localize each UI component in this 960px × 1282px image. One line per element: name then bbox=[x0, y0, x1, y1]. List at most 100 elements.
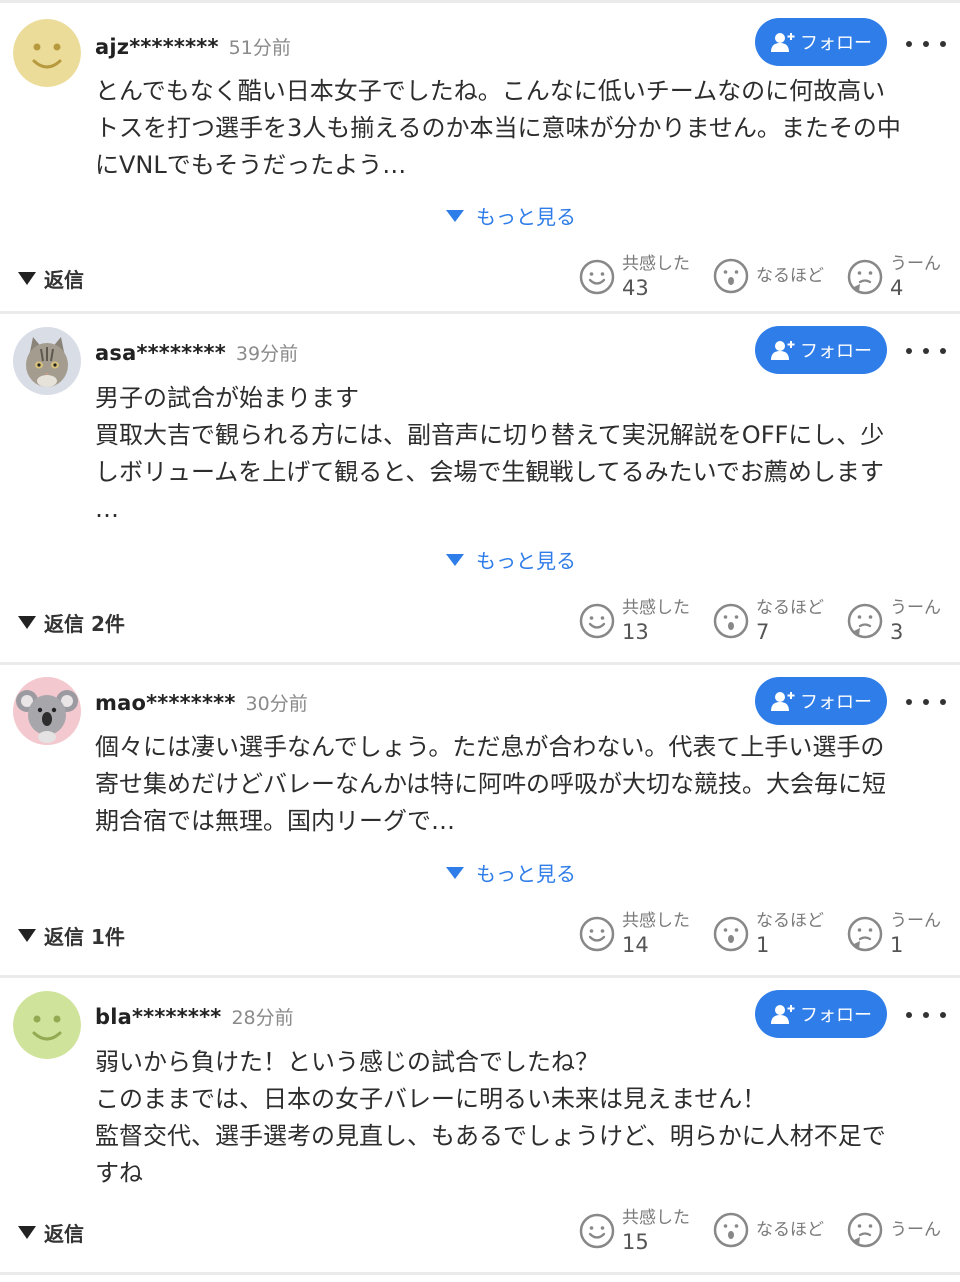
see-more-button[interactable]: もっと見る bbox=[446, 545, 576, 574]
username[interactable]: asa******** bbox=[95, 341, 226, 365]
reaction-count: 3 bbox=[890, 620, 904, 644]
chevron-down-icon bbox=[446, 209, 464, 222]
uun-reaction[interactable]: うーん 3 bbox=[846, 597, 941, 645]
add-user-icon bbox=[771, 692, 795, 711]
thinking-face-icon bbox=[847, 1212, 883, 1248]
reply-label: 返信 bbox=[44, 1222, 84, 1246]
comment-header: asa******** 39分前 bbox=[95, 339, 298, 366]
comment-feed: ajz******** 51分前 フォロー とんでもなく酷い日本女子でしたね。こ… bbox=[0, 0, 960, 1275]
more-options-icon[interactable] bbox=[906, 1000, 946, 1030]
reaction-label: うーん bbox=[890, 911, 941, 931]
reaction-count: 15 bbox=[622, 1230, 649, 1254]
thinking-face-icon bbox=[847, 259, 883, 295]
empathy-reaction[interactable]: 共感した 14 bbox=[578, 910, 690, 958]
add-user-icon bbox=[771, 33, 795, 52]
comment-header: ajz******** 51分前 bbox=[95, 33, 291, 60]
comment-line: このままでは、日本の女子バレーに明るい未来は見えません！ bbox=[95, 1085, 767, 1113]
empathy-reaction[interactable]: 共感した 43 bbox=[578, 253, 690, 301]
more-options-icon[interactable] bbox=[906, 336, 946, 366]
timestamp: 28分前 bbox=[231, 1007, 294, 1029]
follow-button[interactable]: フォロー bbox=[755, 990, 887, 1038]
smile-face-icon bbox=[579, 259, 615, 295]
comment: mao******** 30分前 フォロー 個々には凄い選手なんでしょう。ただ息… bbox=[0, 665, 960, 978]
username[interactable]: ajz******** bbox=[95, 35, 219, 59]
reply-toggle[interactable]: 返信 2件 bbox=[18, 608, 125, 637]
reply-toggle[interactable]: 返信 bbox=[18, 1218, 84, 1247]
comment-line: 監督交代、選手選考の見直し、もあるでしょうけど、明らかに人材不足で bbox=[95, 1122, 886, 1150]
follow-label: フォロー bbox=[800, 1005, 872, 1025]
timestamp: 30分前 bbox=[245, 693, 308, 715]
reaction-count: 1 bbox=[756, 933, 770, 957]
see-more-label: もっと見る bbox=[476, 205, 576, 229]
username[interactable]: bla******** bbox=[95, 1005, 221, 1029]
uun-reaction[interactable]: うーん 1 bbox=[846, 910, 941, 958]
reaction-label: 共感した bbox=[622, 598, 690, 618]
add-user-icon bbox=[771, 341, 795, 360]
reaction-label: なるほど bbox=[756, 911, 824, 931]
see-more-button[interactable]: もっと見る bbox=[446, 201, 576, 230]
reaction-label: なるほど bbox=[756, 1220, 824, 1240]
naruhodo-reaction[interactable]: なるほど bbox=[712, 1211, 824, 1249]
reaction-label: なるほど bbox=[756, 266, 824, 286]
naruhodo-reaction[interactable]: なるほど bbox=[712, 257, 824, 295]
smiley-green-icon bbox=[13, 991, 81, 1059]
follow-label: フォロー bbox=[800, 692, 872, 712]
comment-body: 男子の試合が始まります 買取大吉で観られる方には、副音声に切り替えて実況解説をO… bbox=[95, 380, 935, 528]
thinking-face-icon bbox=[847, 603, 883, 639]
reaction-count: 7 bbox=[756, 620, 770, 644]
comment-line: とんでもなく酷い日本女子でしたね。こんなに低いチームなのに何故高い bbox=[95, 77, 886, 105]
reaction-label: 共感した bbox=[622, 911, 690, 931]
see-more-button[interactable]: もっと見る bbox=[446, 858, 576, 887]
comment: ajz******** 51分前 フォロー とんでもなく酷い日本女子でしたね。こ… bbox=[0, 0, 960, 314]
more-options-icon[interactable] bbox=[906, 29, 946, 59]
follow-button[interactable]: フォロー bbox=[755, 677, 887, 725]
reply-label: 返信 1件 bbox=[44, 925, 125, 949]
surprised-face-icon bbox=[713, 258, 749, 294]
avatar[interactable] bbox=[13, 327, 81, 395]
reply-label: 返信 2件 bbox=[44, 612, 125, 636]
comment-line: 買取大吉で観られる方には、副音声に切り替えて実況解説をOFFにし、少 bbox=[95, 421, 885, 449]
caret-down-icon bbox=[18, 1226, 36, 1239]
empathy-reaction[interactable]: 共感した 13 bbox=[578, 597, 690, 645]
follow-button[interactable]: フォロー bbox=[755, 326, 887, 374]
naruhodo-reaction[interactable]: なるほど 1 bbox=[712, 910, 824, 958]
comment-line: … bbox=[95, 495, 119, 523]
comment-line: 寄せ集めだけどバレーなんかは特に阿吽の呼吸が大切な競技。大会毎に短 bbox=[95, 770, 887, 798]
comment-line: 期合宿では無理。国内リーグで… bbox=[95, 807, 455, 835]
add-user-icon bbox=[771, 1005, 795, 1024]
reaction-count: 1 bbox=[890, 933, 904, 957]
reply-label: 返信 bbox=[44, 268, 84, 292]
smile-face-icon bbox=[579, 1213, 615, 1249]
comment-line: にVNLでもそうだったよう… bbox=[95, 151, 407, 179]
username[interactable]: mao******** bbox=[95, 691, 236, 715]
comment-line: 男子の試合が始まります bbox=[95, 384, 359, 412]
reaction-count: 4 bbox=[890, 276, 904, 300]
comment-line: 弱いから負けた！という感じの試合でしたね？ bbox=[95, 1048, 599, 1076]
uun-reaction[interactable]: うーん bbox=[846, 1211, 941, 1249]
comment-body: とんでもなく酷い日本女子でしたね。こんなに低いチームなのに何故高い トスを打つ選… bbox=[95, 73, 935, 184]
comment-body: 弱いから負けた！という感じの試合でしたね？ このままでは、日本の女子バレーに明る… bbox=[95, 1044, 935, 1192]
avatar[interactable] bbox=[13, 991, 81, 1059]
follow-button[interactable]: フォロー bbox=[755, 18, 887, 66]
reply-toggle[interactable]: 返信 1件 bbox=[18, 921, 125, 950]
smiley-yellow-icon bbox=[13, 19, 81, 87]
naruhodo-reaction[interactable]: なるほど 7 bbox=[712, 597, 824, 645]
more-options-icon[interactable] bbox=[906, 687, 946, 717]
reaction-count: 14 bbox=[622, 933, 649, 957]
caret-down-icon bbox=[18, 272, 36, 285]
comment-line: 個々には凄い選手なんでしょう。ただ息が合わない。代表て上手い選手の bbox=[95, 733, 885, 761]
reaction-label: なるほど bbox=[756, 598, 824, 618]
timestamp: 39分前 bbox=[235, 343, 299, 365]
surprised-face-icon bbox=[713, 603, 749, 639]
comment-header: bla******** 28分前 bbox=[95, 1003, 294, 1030]
avatar[interactable] bbox=[13, 19, 81, 87]
reaction-label: 共感した bbox=[622, 1208, 690, 1228]
caret-down-icon bbox=[18, 616, 36, 629]
see-more-label: もっと見る bbox=[476, 862, 576, 886]
comment: asa******** 39分前 フォロー 男子の試合が始まります 買取大吉で観… bbox=[0, 314, 960, 665]
avatar[interactable] bbox=[13, 677, 81, 745]
uun-reaction[interactable]: うーん 4 bbox=[846, 253, 941, 301]
empathy-reaction[interactable]: 共感した 15 bbox=[578, 1207, 690, 1255]
reaction-label: うーん bbox=[890, 598, 941, 618]
reply-toggle[interactable]: 返信 bbox=[18, 264, 84, 293]
